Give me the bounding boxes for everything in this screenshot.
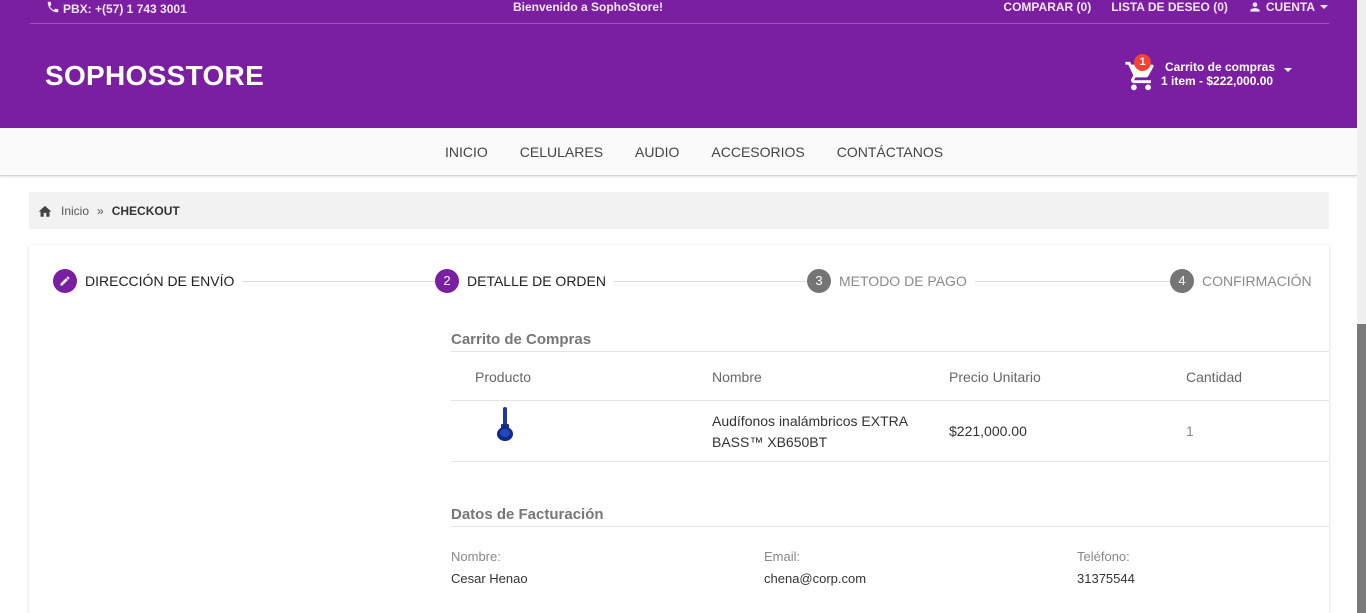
divider: [451, 526, 1329, 527]
edit-icon: [53, 269, 77, 293]
nav-item-celulares[interactable]: CELULARES: [520, 144, 603, 160]
step-number: 4: [1170, 269, 1194, 293]
product-image[interactable]: [494, 406, 516, 447]
top-info-bar: PBX: +(57) 1 743 3001 Bienvenido a Sopho…: [30, 0, 1329, 24]
breadcrumb-current: CHECKOUT: [111, 203, 180, 218]
product-price: $221,000.00: [949, 423, 1027, 439]
billing-section-title: Datos de Facturación: [451, 506, 604, 523]
cart-title: Carrito de compras: [1165, 60, 1276, 74]
product-name-line: Audífonos inalámbricos EXTRA: [712, 413, 909, 429]
product-quantity: 1: [1186, 423, 1194, 439]
cart-total: 1 item - $222,000.00: [1161, 74, 1274, 88]
billing-email-value: chena@corp.com: [764, 571, 867, 586]
step-label: DIRECCIÓN DE ENVÍO: [85, 273, 235, 289]
account-menu[interactable]: CUENTA: [1248, 0, 1329, 14]
product-name-line: BASS™ XB650BT: [712, 434, 828, 450]
phone-info: PBX: +(57) 1 743 3001: [46, 0, 187, 17]
welcome-message: Bienvenido a SophoStore!: [513, 0, 664, 14]
nav-items: INICIO CELULARES AUDIO ACCESORIOS CONTÁC…: [445, 144, 943, 160]
nav-item-inicio[interactable]: INICIO: [445, 144, 488, 160]
checkout-stepper: DIRECCIÓN DE ENVÍO 2 DETALLE DE ORDEN 3 …: [29, 269, 1329, 293]
header: PBX: +(57) 1 743 3001 Bienvenido a Sopho…: [0, 0, 1357, 128]
divider: [451, 461, 1329, 462]
user-icon: [1248, 0, 1262, 14]
column-header-quantity: Cantidad: [1186, 369, 1243, 385]
step-connector: [229, 281, 435, 282]
breadcrumb-separator: »: [97, 203, 104, 218]
step-label: CONFIRMACIÓN: [1202, 273, 1312, 289]
step-number: 2: [435, 269, 459, 293]
billing-name-label: Nombre:: [451, 549, 501, 564]
brand-logo[interactable]: SOPHOSSTORE: [45, 60, 264, 92]
scrollbar[interactable]: [1357, 0, 1366, 613]
billing-name-value: Cesar Henao: [451, 571, 528, 586]
nav-item-audio[interactable]: AUDIO: [635, 144, 679, 160]
main-nav: INICIO CELULARES AUDIO ACCESORIOS CONTÁC…: [0, 128, 1357, 176]
account-label: CUENTA: [1265, 0, 1315, 14]
step-label: METODO DE PAGO: [839, 273, 967, 289]
column-header-name: Nombre: [712, 369, 762, 385]
wishlist-link[interactable]: LISTA DE DESEO (0): [1111, 0, 1228, 14]
phone-number: PBX: +(57) 1 743 3001: [63, 1, 187, 16]
column-header-price: Precio Unitario: [949, 369, 1041, 385]
step-number: 3: [807, 269, 831, 293]
divider: [451, 351, 1329, 352]
nav-item-contactanos[interactable]: CONTÁCTANOS: [837, 144, 943, 160]
step-connector: [601, 281, 807, 282]
checkout-card: DIRECCIÓN DE ENVÍO 2 DETALLE DE ORDEN 3 …: [29, 245, 1329, 613]
cart-count-badge: 1: [1134, 54, 1151, 71]
step-confirmation[interactable]: 4 CONFIRMACIÓN: [1170, 269, 1312, 293]
breadcrumb-home[interactable]: Inicio: [61, 204, 89, 218]
chevron-down-icon: [1319, 2, 1329, 12]
scrollbar-thumb[interactable]: [1357, 324, 1366, 613]
billing-phone-label: Teléfono:: [1077, 549, 1130, 564]
step-payment-method[interactable]: 3 METODO DE PAGO: [807, 269, 975, 293]
column-header-product: Producto: [475, 369, 532, 385]
billing-email-label: Email:: [764, 549, 801, 564]
cart-summary: Carrito de compras 1 item - $222,000.00: [1161, 60, 1275, 88]
step-label: DETALLE DE ORDEN: [467, 273, 606, 289]
product-name: Audífonos inalámbricos EXTRA BASS™ XB650…: [712, 411, 908, 453]
step-shipping-address[interactable]: DIRECCIÓN DE ENVÍO: [53, 269, 243, 293]
home-icon[interactable]: [37, 204, 53, 218]
billing-phone-value: 31375544: [1077, 571, 1135, 586]
step-order-detail[interactable]: 2 DETALLE DE ORDEN: [435, 269, 614, 293]
step-connector: [965, 281, 1171, 282]
chevron-down-icon: [1283, 62, 1293, 80]
phone-icon: [46, 0, 60, 17]
divider: [451, 400, 1329, 401]
compare-link[interactable]: COMPARAR (0): [1003, 0, 1091, 14]
breadcrumb: Inicio » CHECKOUT: [29, 192, 1329, 229]
cart-section-title: Carrito de Compras: [451, 331, 592, 348]
nav-item-accesorios[interactable]: ACCESORIOS: [711, 144, 804, 160]
cart-icon: 1: [1124, 54, 1158, 92]
shopping-cart-button[interactable]: 1 Carrito de compras 1 item - $222,000.0…: [1124, 54, 1293, 92]
top-links: COMPARAR (0) LISTA DE DESEO (0) CUENTA: [1003, 0, 1329, 14]
